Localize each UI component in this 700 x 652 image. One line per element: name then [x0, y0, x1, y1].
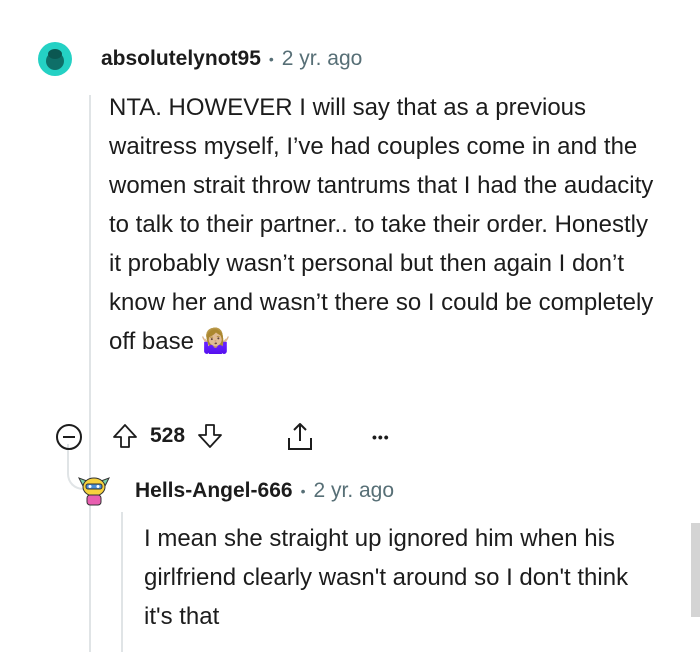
scrollbar[interactable]	[691, 523, 700, 617]
comment-header: absolutelynot95 • 2 yr. ago	[101, 47, 362, 71]
reply-avatar[interactable]	[77, 472, 111, 506]
collapse-button[interactable]	[55, 423, 83, 451]
avatar[interactable]	[38, 42, 72, 76]
thread-line[interactable]	[89, 95, 91, 652]
minus-circle-icon	[56, 424, 82, 450]
reply-timestamp[interactable]: 2 yr. ago	[313, 479, 394, 503]
reply-text: I mean she straight up ignored him when …	[144, 525, 629, 630]
action-row: 528	[110, 421, 225, 451]
more-dots-icon: •••	[372, 429, 390, 445]
separator-dot: •	[268, 51, 274, 67]
share-button[interactable]	[285, 421, 315, 453]
more-options-button[interactable]: •••	[372, 429, 390, 445]
comment-text: NTA. HOWEVER I will say that as a previo…	[109, 94, 654, 355]
share-icon	[288, 423, 312, 450]
separator-dot: •	[300, 483, 306, 499]
reply-username[interactable]: Hells-Angel-666	[135, 479, 293, 503]
reply-body: I mean she straight up ignored him when …	[144, 519, 654, 636]
vote-count: 528	[150, 424, 186, 447]
shrug-emoji: 🤷🏼‍♀️	[200, 328, 231, 355]
user-avatar-icon	[38, 42, 72, 76]
user-avatar-icon	[77, 477, 111, 506]
reply-thread-line[interactable]	[121, 512, 123, 652]
arrow-down-icon	[198, 424, 222, 448]
comment-body: NTA. HOWEVER I will say that as a previo…	[109, 88, 659, 361]
upvote-button[interactable]	[110, 421, 140, 451]
username[interactable]: absolutelynot95	[101, 47, 261, 71]
arrow-up-icon	[113, 424, 137, 448]
downvote-button[interactable]	[195, 421, 225, 451]
reply-header: Hells-Angel-666 • 2 yr. ago	[135, 479, 394, 503]
timestamp[interactable]: 2 yr. ago	[282, 47, 363, 71]
